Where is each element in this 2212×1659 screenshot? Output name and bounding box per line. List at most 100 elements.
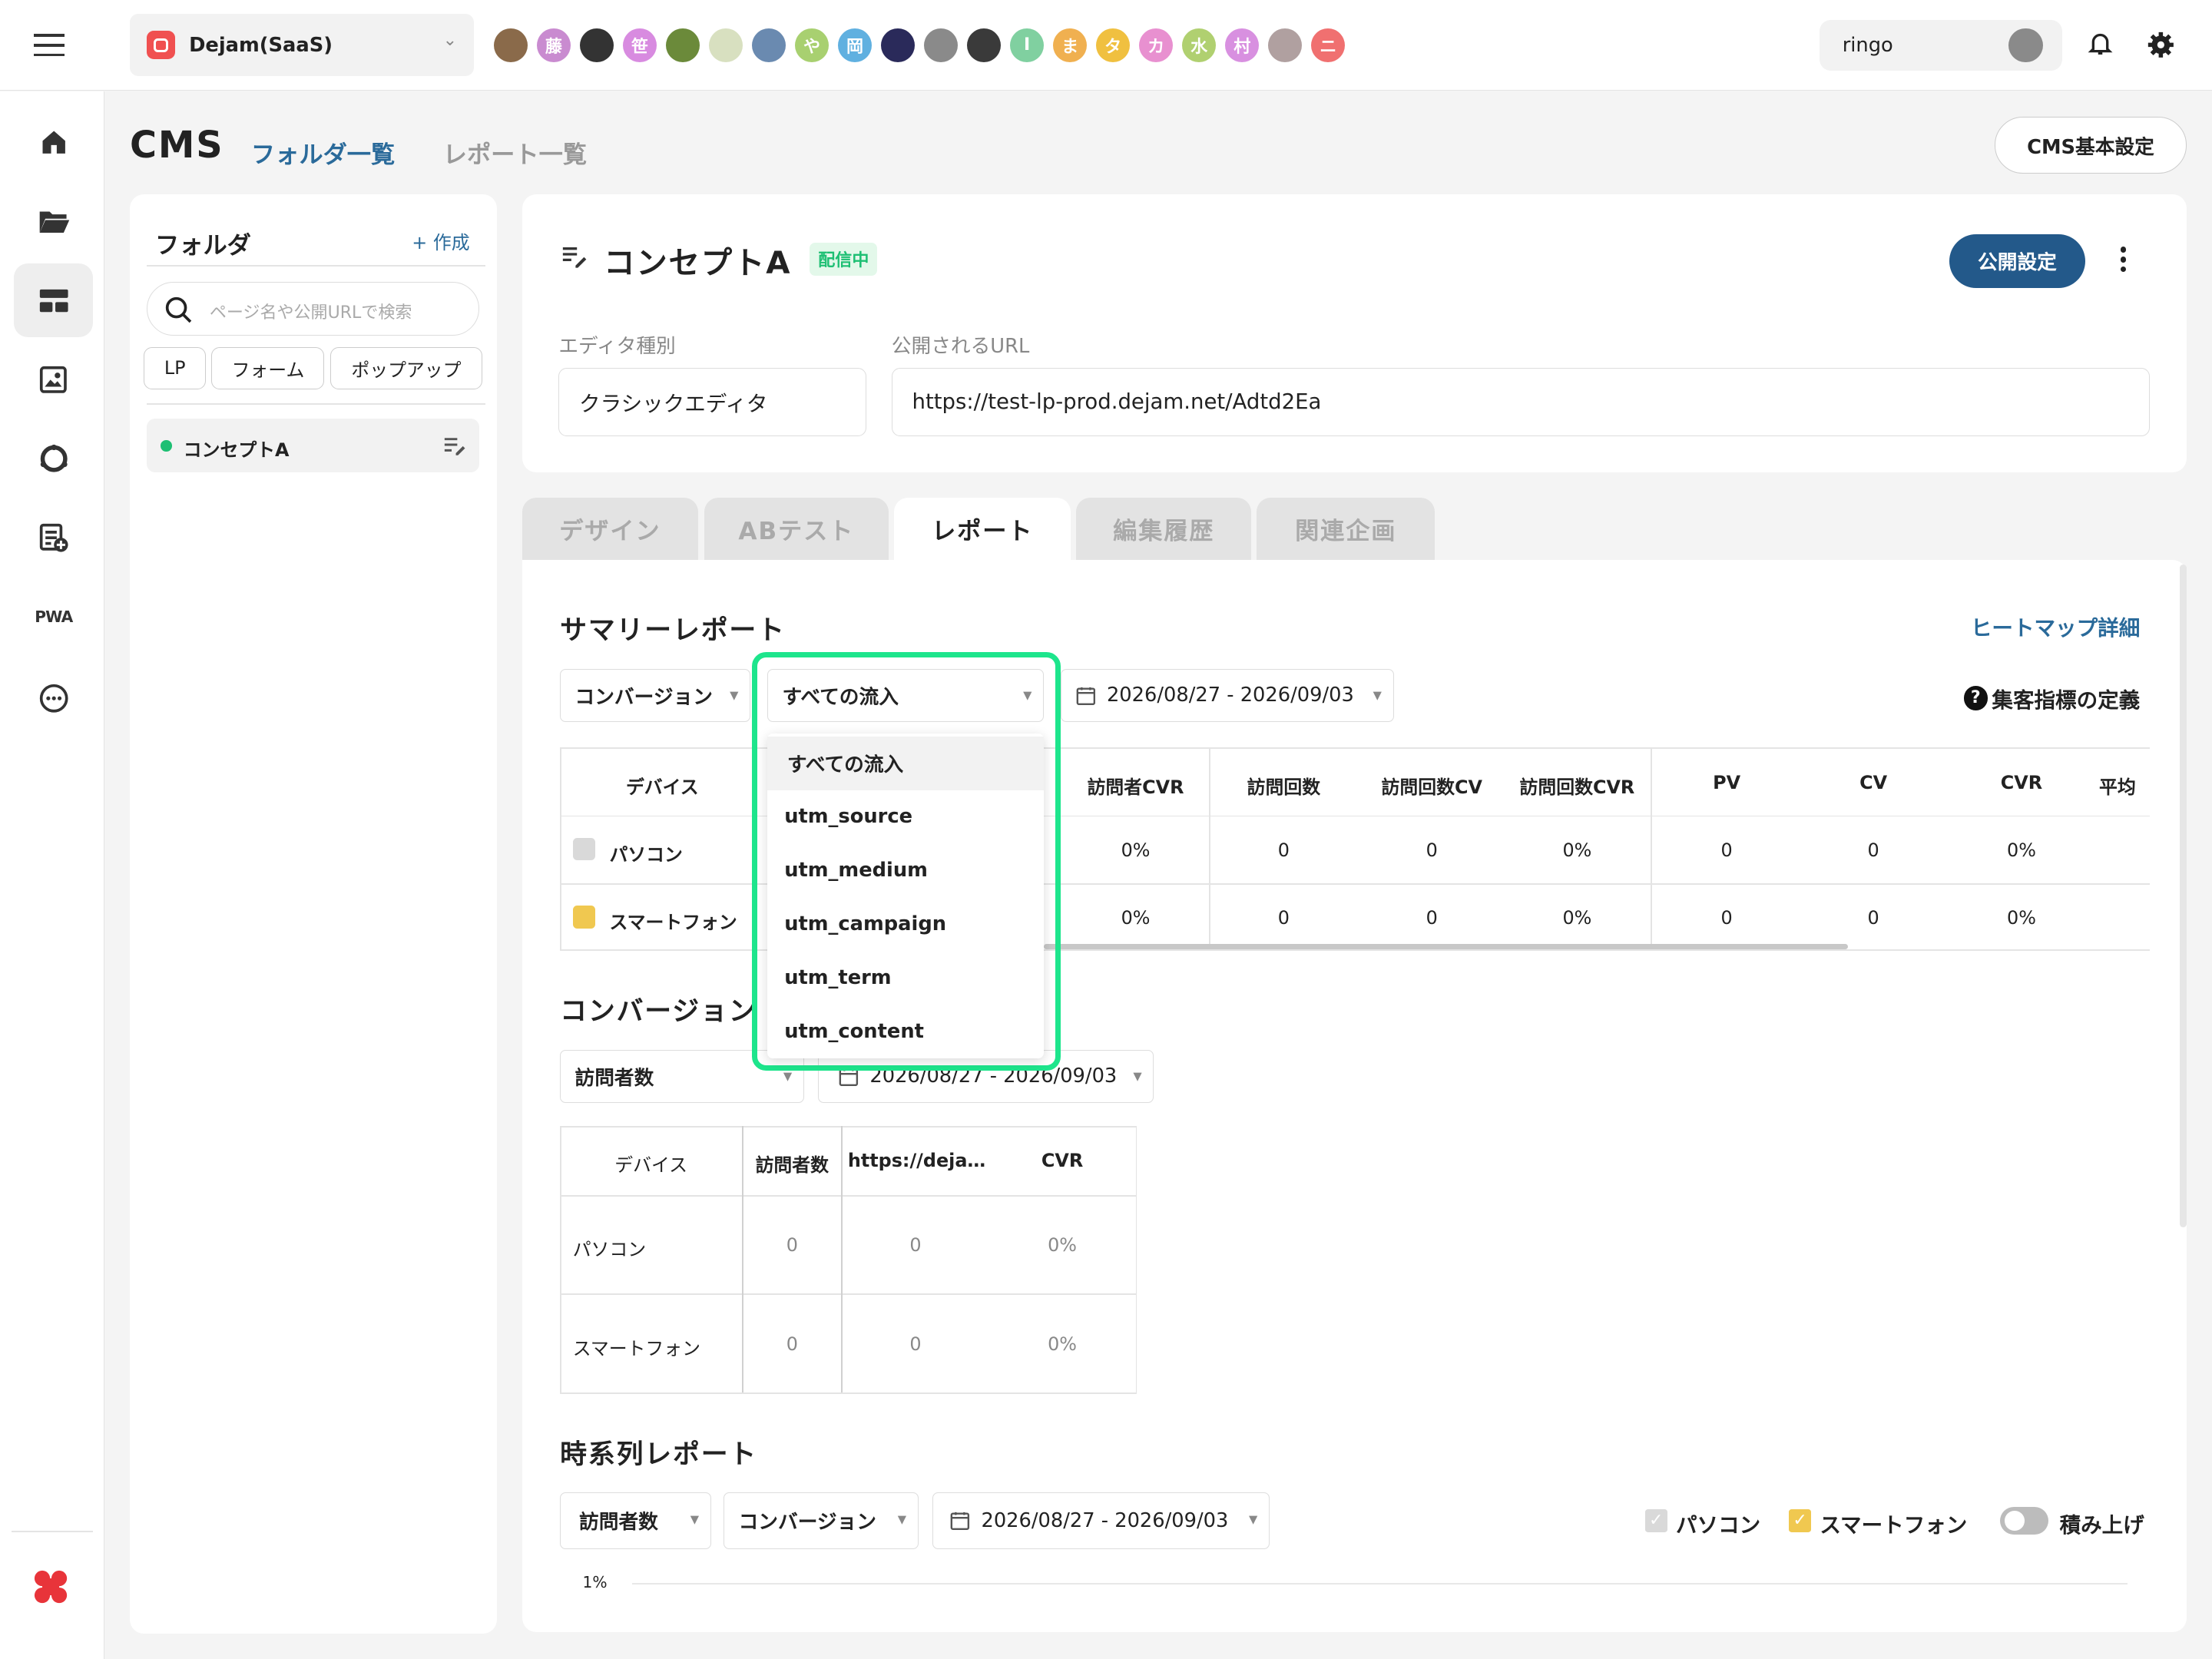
horizontal-scrollbar[interactable]: [1044, 943, 1849, 950]
tab-design[interactable]: デザイン: [522, 498, 699, 561]
folder-icon[interactable]: [14, 185, 93, 259]
tab-report[interactable]: レポート: [894, 498, 1071, 561]
table-cell: 0%: [1048, 1333, 1077, 1355]
member-avatar[interactable]: [579, 28, 614, 62]
legend-sp-label: スマートフォン: [1820, 1513, 1968, 1538]
tab-abtest[interactable]: ABテスト: [704, 498, 889, 561]
member-avatar[interactable]: [881, 28, 916, 62]
summary-date-value: 2026/08/27 - 2026/09/03: [1106, 684, 1354, 707]
layout-icon[interactable]: [14, 263, 94, 337]
member-avatar[interactable]: ま: [1053, 28, 1088, 62]
col-visits: 訪問回数: [1247, 776, 1321, 798]
row-device-sp: スマートフォン: [609, 911, 737, 933]
timeseries-date-select[interactable]: 2026/08/27 - 2026/09/03 ▼: [932, 1492, 1270, 1549]
circle-icon[interactable]: [14, 422, 93, 495]
member-avatar[interactable]: [751, 28, 786, 62]
member-avatar[interactable]: タ: [1096, 28, 1131, 62]
kebab-menu-icon[interactable]: [2116, 246, 2130, 276]
member-avatar[interactable]: 笹: [622, 28, 657, 62]
col-conversion-url: https://deja…: [847, 1149, 986, 1171]
table-cell: 0%: [1048, 1234, 1077, 1257]
filter-popup[interactable]: ポップアップ: [329, 346, 483, 389]
member-avatar[interactable]: [924, 28, 959, 62]
member-avatar[interactable]: 村: [1225, 28, 1260, 62]
caret-down-icon: ▼: [783, 1070, 793, 1084]
caret-down-icon: ▼: [690, 1512, 699, 1526]
timeseries-title: 時系列レポート: [560, 1439, 758, 1471]
dropdown-option-utm-campaign[interactable]: utm_campaign: [767, 897, 1044, 951]
filter-lp[interactable]: LP: [144, 346, 207, 389]
folder-item-concept-a[interactable]: コンセプトA: [147, 419, 480, 473]
filter-form[interactable]: フォーム: [211, 346, 325, 389]
dropdown-option-all[interactable]: すべての流入: [767, 736, 1045, 790]
timeseries-metric-select[interactable]: 訪問者数 ▼: [560, 1492, 711, 1549]
member-avatar[interactable]: ニ: [1311, 28, 1346, 62]
vertical-scrollbar[interactable]: [2179, 564, 2187, 1227]
member-avatar[interactable]: や: [794, 28, 830, 62]
heatmap-detail-link[interactable]: ヒートマップ詳細: [1971, 611, 2140, 641]
timeseries-conversion-value: コンバージョン: [738, 1511, 876, 1535]
more-icon[interactable]: [14, 661, 93, 735]
page-name: コンセプトA: [604, 243, 792, 281]
side-nav: PWA: [0, 91, 104, 1659]
dropdown-option-utm-content[interactable]: utm_content: [767, 1005, 1044, 1058]
metric-definition-link[interactable]: ? 集客指標の定義: [1963, 683, 2140, 714]
source-dropdown-menu: すべての流入 utm_source utm_medium utm_campaig…: [767, 733, 1045, 1058]
gear-icon[interactable]: [2147, 31, 2175, 59]
stack-toggle[interactable]: [2000, 1506, 2048, 1535]
nav-folder-list[interactable]: フォルダ一覧: [251, 135, 395, 170]
tab-related[interactable]: 関連企画: [1257, 498, 1435, 561]
create-folder-link[interactable]: + 作成: [412, 227, 469, 254]
member-avatar[interactable]: 岡: [837, 28, 873, 62]
publish-settings-button[interactable]: 公開設定: [1949, 233, 2085, 288]
nav-report-list[interactable]: レポート一覧: [443, 135, 587, 170]
search-input[interactable]: ページ名や公開URLで検索: [147, 282, 480, 336]
public-url-field[interactable]: https://test-lp-prod.dejam.net/Adtd2Ea: [891, 368, 2151, 436]
pwa-icon[interactable]: PWA: [14, 580, 93, 654]
doc-add-icon[interactable]: [14, 501, 93, 575]
timeseries-conversion-select[interactable]: コンバージョン ▼: [724, 1492, 919, 1549]
member-avatar[interactable]: 藤: [536, 28, 571, 62]
member-avatar[interactable]: I: [1010, 28, 1045, 62]
summary-date-select[interactable]: 2026/08/27 - 2026/09/03 ▼: [1061, 668, 1394, 723]
bell-icon[interactable]: [2088, 31, 2113, 56]
dropdown-option-utm-medium[interactable]: utm_medium: [767, 843, 1044, 897]
cms-settings-button[interactable]: CMS基本設定: [1995, 117, 2187, 174]
col-pv: PV: [1713, 771, 1741, 793]
source-select-value: すべての流入: [782, 685, 899, 709]
member-avatar[interactable]: カ: [1139, 28, 1174, 62]
member-avatar[interactable]: [665, 28, 700, 62]
user-name: ringo: [1842, 34, 1893, 58]
home-icon[interactable]: [14, 106, 93, 180]
source-select[interactable]: すべての流入 ▼: [767, 668, 1045, 723]
table-cell: 0: [1426, 839, 1438, 861]
member-avatar[interactable]: [493, 28, 528, 62]
member-avatar[interactable]: 水: [1182, 28, 1217, 62]
image-icon[interactable]: [14, 343, 93, 416]
dropdown-option-label: utm_content: [784, 1019, 924, 1043]
member-avatar[interactable]: [1268, 28, 1303, 62]
table-cell: 0: [1867, 906, 1879, 929]
editor-type-label: エディタ種別: [558, 334, 676, 358]
dropdown-option-utm-source[interactable]: utm_source: [767, 790, 1044, 844]
editor-type-field: クラシックエディタ: [558, 368, 866, 436]
table-cell: 0: [1277, 906, 1290, 929]
legend-pc-checkbox[interactable]: ✓: [1644, 1509, 1667, 1532]
member-avatar[interactable]: [708, 28, 743, 62]
hamburger-menu-icon[interactable]: [34, 34, 65, 57]
workspace-select[interactable]: Dejam(SaaS) ⌄: [129, 14, 475, 77]
row-device-pc: パソコン: [609, 843, 683, 866]
tab-history[interactable]: 編集履歴: [1076, 498, 1252, 561]
col-visits-cv: 訪問回数CV: [1381, 776, 1482, 798]
brand-logo-icon: [34, 1570, 68, 1604]
dropdown-option-utm-term[interactable]: utm_term: [767, 951, 1044, 1005]
page-title: CMS: [129, 124, 224, 167]
col-visits-cvr: 訪問回数CVR: [1519, 776, 1635, 798]
top-bar: Dejam(SaaS) ⌄ 藤 笹 や岡 Iまタカ水村 ニ ringo: [0, 0, 2212, 91]
summary-metric-value: コンバージョン: [575, 685, 713, 709]
legend-sp-checkbox[interactable]: ✓: [1788, 1509, 1812, 1532]
user-chip[interactable]: ringo: [1820, 19, 2063, 71]
table-cell: 0: [1426, 906, 1438, 929]
member-avatar[interactable]: [967, 28, 1002, 62]
summary-metric-select[interactable]: コンバージョン ▼: [560, 668, 751, 723]
